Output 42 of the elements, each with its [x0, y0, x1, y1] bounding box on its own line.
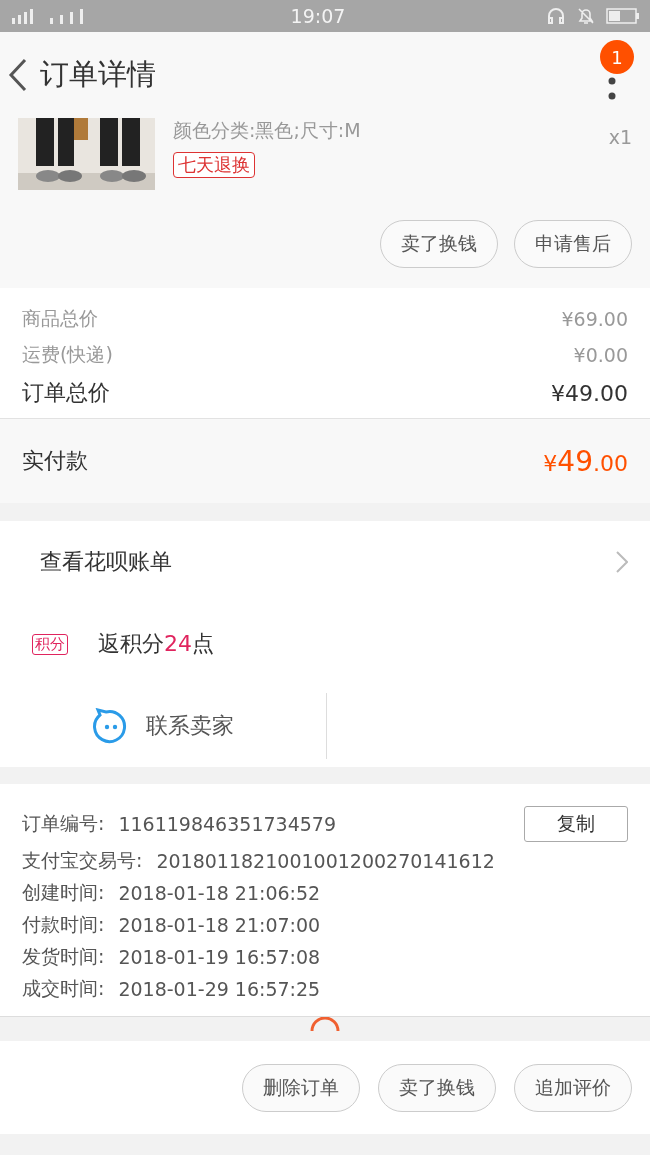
- price-value: ¥0.00: [573, 344, 628, 366]
- info-value: 2018-01-19 16:57:08: [118, 946, 321, 968]
- price-label: 商品总价: [22, 306, 98, 331]
- paid-amount: ¥49.00: [543, 444, 628, 478]
- price-label: 订单总价: [22, 379, 110, 407]
- page-title: 订单详情: [40, 56, 157, 93]
- info-value: 2018-01-18 21:07:00: [118, 914, 321, 936]
- info-value: 116119846351734579: [118, 813, 336, 835]
- price-label: 运费(快递): [22, 342, 113, 367]
- chevron-right-icon: [616, 551, 628, 573]
- price-value: ¥49.00: [551, 380, 628, 406]
- action-button[interactable]: 卖了换钱: [378, 1063, 496, 1112]
- action-button[interactable]: 卖了换钱: [380, 220, 498, 268]
- battery-icon: [606, 7, 640, 25]
- info-value: 2018-01-18 21:06:52: [118, 882, 321, 904]
- action-button[interactable]: 删除订单: [242, 1063, 360, 1112]
- info-label: 订单编号:: [22, 811, 105, 836]
- notification-badge: 1: [600, 40, 634, 74]
- chat-face-icon: [92, 708, 128, 744]
- info-value: 2018-01-29 16:57:25: [118, 978, 321, 1000]
- quantity: x1: [608, 126, 632, 150]
- copy-button[interactable]: 复制: [524, 806, 628, 842]
- info-label: 付款时间:: [22, 912, 105, 937]
- points-tag: 积分: [32, 633, 68, 655]
- info-label: 发货时间:: [22, 944, 105, 969]
- contact-seller-button[interactable]: 联系卖家: [0, 693, 327, 759]
- return-policy-tag: 七天退换: [173, 152, 255, 178]
- action-button[interactable]: 追加评价: [514, 1063, 632, 1112]
- info-label: 创建时间:: [22, 880, 105, 905]
- info-value: 2018011821001001200270141612: [156, 850, 495, 872]
- points-text: 返积分24点: [98, 630, 214, 658]
- price-value: ¥69.00: [561, 308, 628, 330]
- bill-link[interactable]: 查看花呗账单: [40, 547, 172, 577]
- paid-label: 实付款: [22, 447, 88, 475]
- headset-icon: [546, 6, 566, 26]
- action-button[interactable]: 申请售后: [514, 220, 632, 268]
- clock-time: 19:07: [290, 5, 346, 27]
- bell-muted-icon: [576, 6, 596, 26]
- info-label: 支付宝交易号:: [22, 848, 143, 873]
- back-icon[interactable]: [8, 58, 28, 92]
- product-spec: 颜色分类:黑色;尺寸:M: [173, 118, 362, 143]
- info-label: 成交时间:: [22, 976, 105, 1001]
